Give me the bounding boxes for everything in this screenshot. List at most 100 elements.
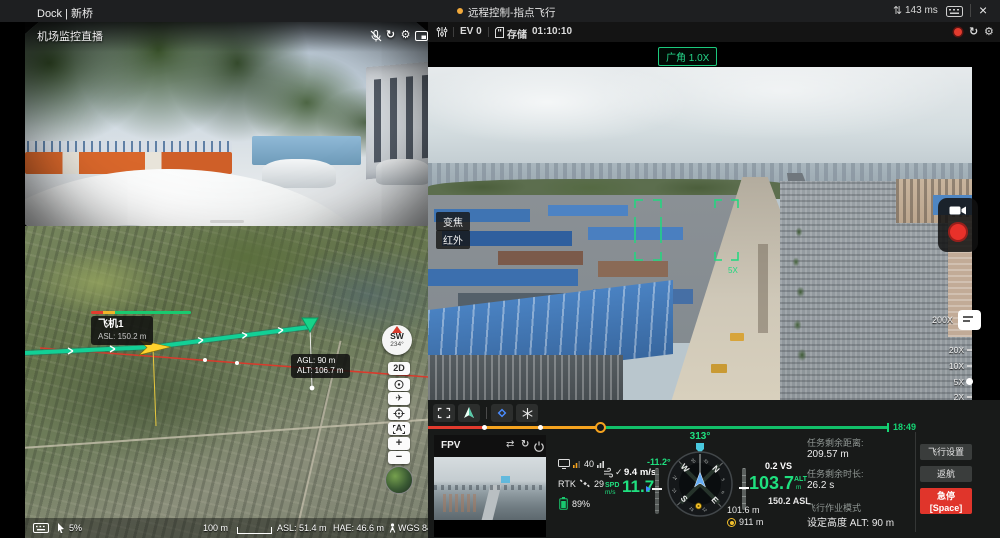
mission-distance-label: 任务剩余距离: [807, 436, 864, 449]
dock-fisheye-video [25, 22, 428, 226]
home-distance: 911 m [739, 517, 763, 527]
map-recenter-button[interactable] [388, 378, 410, 391]
mic-off-icon[interactable] [369, 29, 382, 42]
mission-distance-value: 209.57 m [807, 449, 849, 460]
speed-label: SPD [605, 482, 619, 489]
map-aircraft-button[interactable]: ✈ [388, 392, 410, 405]
camera-settings-icon[interactable] [436, 26, 448, 38]
zoom-tick-20x[interactable]: 20X [926, 345, 964, 355]
navigation-button[interactable] [458, 404, 480, 422]
map-compass[interactable]: SW 234° [382, 325, 412, 355]
map-zoom-out-button[interactable]: − [388, 451, 410, 464]
toolbar-divider [486, 407, 487, 419]
map-zoom-in-button[interactable]: + [388, 437, 410, 450]
datum-icon [389, 523, 396, 533]
flight-path-overlay [25, 226, 428, 538]
switch-camera-icon[interactable]: ⇄ [506, 439, 514, 450]
aerial-video-feed[interactable]: 5X [428, 67, 972, 400]
video-camera-icon[interactable] [949, 205, 967, 216]
flight-settings-button[interactable]: 飞行设置 [920, 444, 972, 460]
zoom-current-dot[interactable] [966, 378, 973, 385]
power-icon[interactable] [534, 441, 544, 451]
pointer-icon [57, 523, 65, 533]
header-divider [488, 27, 489, 37]
refresh-icon[interactable]: ↻ [384, 29, 397, 42]
timeline-segment-done[interactable] [428, 426, 485, 429]
main-camera-panel[interactable]: 5X 广角 1.0X 变焦 红外 200X 20X 10X 5X [428, 42, 1000, 400]
map-layers-globe-button[interactable] [385, 466, 413, 494]
ir-lens-button[interactable]: 红外 [436, 230, 470, 249]
zoom-tick-2x[interactable]: 2X [926, 392, 964, 400]
titlebar-divider [970, 4, 971, 17]
fisheye-vignette [25, 22, 428, 226]
target-agl: AGL: 90 m [297, 356, 344, 366]
emergency-stop-button[interactable]: 急停 [Space] [920, 488, 972, 514]
aircraft-label-chip[interactable]: 飞机1 ASL: 150.2 m [91, 316, 153, 345]
waypoint-icon [497, 408, 507, 418]
grid-overlay-icon [439, 409, 450, 418]
keyboard-icon[interactable] [33, 523, 49, 533]
keyboard-icon[interactable] [946, 6, 963, 17]
battery-icon [559, 497, 568, 510]
zoom-tick-5x[interactable]: 5X [926, 377, 964, 387]
mode-status-dot [457, 8, 463, 14]
panel-divider [915, 432, 916, 532]
attitude-compass[interactable]: N E S W 3 6 12 15 21 24 30 33 [665, 442, 735, 518]
map-locate-button[interactable] [388, 407, 410, 420]
message-bubble-icon[interactable] [958, 310, 981, 330]
refresh-icon[interactable]: ↻ [969, 25, 978, 38]
storage-icon [495, 27, 504, 38]
hd-signal-icon [558, 459, 571, 469]
fpv-title: FPV [441, 440, 460, 451]
gimbal-pitch-slider[interactable] [655, 468, 659, 514]
zoom-lens-button[interactable]: 变焦 [436, 212, 470, 231]
snowflake-button[interactable] [516, 404, 538, 422]
map-gimbal-percent: 5% [69, 523, 82, 533]
record-button[interactable] [948, 222, 968, 242]
dock-monitor-panel[interactable]: 机场监控直播 ↻ ⚙ [25, 22, 428, 226]
lens-mode-chip[interactable]: 广角 1.0X [658, 47, 717, 66]
timeline-position-marker[interactable] [595, 422, 606, 433]
zoom-tick-mark [967, 349, 972, 351]
timeline-segment-remaining[interactable] [600, 426, 888, 429]
pip-icon[interactable] [415, 31, 428, 44]
timeline-dot [538, 425, 543, 430]
record-time: 01:10:10 [532, 26, 572, 37]
altitude-unit: m [796, 484, 801, 491]
asl-value: 150.2 ASL [768, 496, 811, 506]
map-auto-frame-button[interactable]: A [388, 422, 410, 435]
ev-value[interactable]: EV 0 [460, 26, 482, 37]
grid-overlay-button[interactable] [433, 404, 455, 422]
fpv-panel[interactable]: FPV ⇄ ↻ [434, 435, 546, 537]
compass-direction: SW [382, 332, 412, 341]
wind-icon [604, 469, 613, 477]
scrub-bar[interactable] [210, 220, 244, 223]
zoom-tick-mark [967, 396, 972, 398]
gear-icon[interactable]: ⚙ [399, 29, 412, 42]
refresh-icon[interactable]: ↻ [521, 439, 529, 450]
map-status-bar: 5% 100 m ASL: 51.4 m HAE: 46.6 m WGS 84 [25, 518, 428, 538]
close-button[interactable]: × [979, 2, 987, 18]
fpv-video-feed [434, 457, 546, 520]
gimbal-pitch-marker [652, 488, 662, 490]
zoom-tick-10x[interactable]: 10X [926, 361, 964, 371]
tracking-overlay: 5X [428, 67, 972, 400]
estop-line2: [Space] [920, 502, 972, 514]
map-3d-panel[interactable]: 飞机1 ASL: 150.2 m AGL: 90 m ALT: 106.7 m … [25, 226, 428, 538]
map-2d-toggle[interactable]: 2D [388, 362, 410, 375]
target-point-chip: AGL: 90 m ALT: 106.7 m [291, 354, 350, 378]
navigation-icon [463, 407, 475, 419]
storage-label: 存储 [507, 26, 527, 41]
altitude-label: ALT [794, 476, 807, 483]
gear-icon[interactable]: ⚙ [984, 25, 994, 38]
map-scale-label: 100 m [203, 523, 228, 533]
mission-time-value: 26.2 s [807, 480, 834, 491]
waypoint-button[interactable] [491, 404, 513, 422]
zoom-tick-mark [967, 365, 972, 367]
latency-icon: ⇅ [893, 4, 902, 17]
camera-header-bar: EV 0 存储 01:10:10 ↻ ⚙ [428, 22, 1000, 42]
return-home-button[interactable]: 返航 [920, 466, 972, 482]
timeline-end-time: 18:49 [893, 422, 916, 432]
compass-north-needle [392, 326, 402, 333]
recording-indicator [954, 28, 962, 36]
